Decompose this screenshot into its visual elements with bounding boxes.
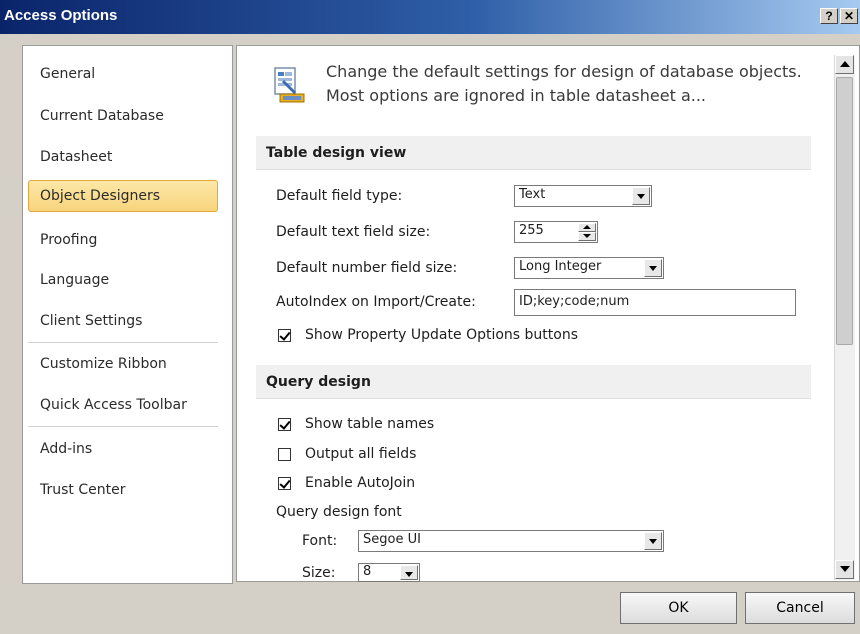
nav-item-add-ins[interactable]: Add-ins	[28, 433, 218, 465]
show-table-names-label: Show table names	[305, 416, 435, 432]
title-bar: Access Options ? ✕	[0, 0, 860, 34]
query-font-select[interactable]: Segoe UI	[358, 530, 664, 552]
default-text-field-size-value: 255	[519, 223, 544, 238]
cancel-button[interactable]: Cancel	[745, 592, 855, 624]
show-table-names-checkbox[interactable]	[278, 418, 291, 431]
nav-item-datasheet[interactable]: Datasheet	[28, 141, 218, 173]
output-all-fields-label: Output all fields	[305, 446, 417, 462]
scroll-up-icon[interactable]	[835, 55, 854, 74]
enable-autojoin-checkbox[interactable]	[278, 477, 291, 490]
options-nav: General Current Database Datasheet Objec…	[22, 45, 233, 584]
show-property-update-checkbox[interactable]	[278, 329, 291, 342]
header-description: Change the default settings for design o…	[326, 62, 802, 105]
query-font-size-select[interactable]: 8	[358, 563, 420, 582]
chevron-down-icon[interactable]	[644, 259, 662, 277]
nav-item-customize-ribbon[interactable]: Customize Ribbon	[28, 348, 218, 380]
spin-down-icon[interactable]	[578, 232, 596, 241]
nav-item-language[interactable]: Language	[28, 264, 218, 296]
design-options-icon	[274, 67, 305, 103]
window-title: Access Options	[4, 7, 118, 24]
nav-separator	[28, 426, 218, 427]
query-font-value: Segoe UI	[363, 532, 421, 547]
default-text-field-size-stepper[interactable]: 255	[514, 221, 598, 243]
nav-item-proofing[interactable]: Proofing	[28, 224, 218, 256]
scroll-down-icon[interactable]	[835, 560, 854, 579]
chevron-down-icon[interactable]	[632, 187, 650, 205]
vertical-scrollbar[interactable]	[834, 55, 855, 580]
nav-item-quick-access-toolbar[interactable]: Quick Access Toolbar	[28, 389, 218, 421]
default-number-field-size-value: Long Integer	[519, 259, 602, 274]
autoindex-value: ID;key;code;num	[519, 294, 630, 309]
chevron-down-icon[interactable]	[400, 565, 418, 580]
nav-separator	[28, 342, 218, 343]
font-label: Font:	[302, 533, 338, 549]
section-query-design: Query design	[256, 365, 811, 399]
ok-button[interactable]: OK	[620, 592, 737, 624]
scrollbar-thumb[interactable]	[836, 77, 853, 345]
query-design-font-label: Query design font	[276, 504, 402, 520]
chevron-down-icon[interactable]	[644, 532, 662, 550]
nav-item-general[interactable]: General	[28, 58, 218, 90]
spin-up-icon[interactable]	[578, 223, 596, 232]
default-field-type-value: Text	[519, 187, 546, 202]
close-button[interactable]: ✕	[840, 8, 858, 24]
help-button[interactable]: ?	[820, 8, 838, 24]
default-text-field-size-label: Default text field size:	[276, 224, 431, 240]
autoindex-input[interactable]: ID;key;code;num	[514, 289, 796, 316]
section-table-design: Table design view	[256, 136, 811, 170]
size-label: Size:	[302, 565, 336, 581]
enable-autojoin-label: Enable AutoJoin	[305, 475, 416, 491]
autoindex-label: AutoIndex on Import/Create:	[276, 294, 476, 310]
default-field-type-label: Default field type:	[276, 188, 403, 204]
output-all-fields-checkbox[interactable]	[278, 448, 291, 461]
query-font-size-value: 8	[363, 564, 372, 579]
default-number-field-size-label: Default number field size:	[276, 260, 458, 276]
show-property-update-label: Show Property Update Options buttons	[305, 327, 579, 343]
nav-item-trust-center[interactable]: Trust Center	[28, 474, 218, 506]
default-number-field-size-select[interactable]: Long Integer	[514, 257, 664, 279]
nav-item-object-designers[interactable]: Object Designers	[28, 180, 218, 212]
nav-item-client-settings[interactable]: Client Settings	[28, 305, 218, 337]
default-field-type-select[interactable]: Text	[514, 185, 652, 207]
nav-item-current-database[interactable]: Current Database	[28, 100, 218, 132]
